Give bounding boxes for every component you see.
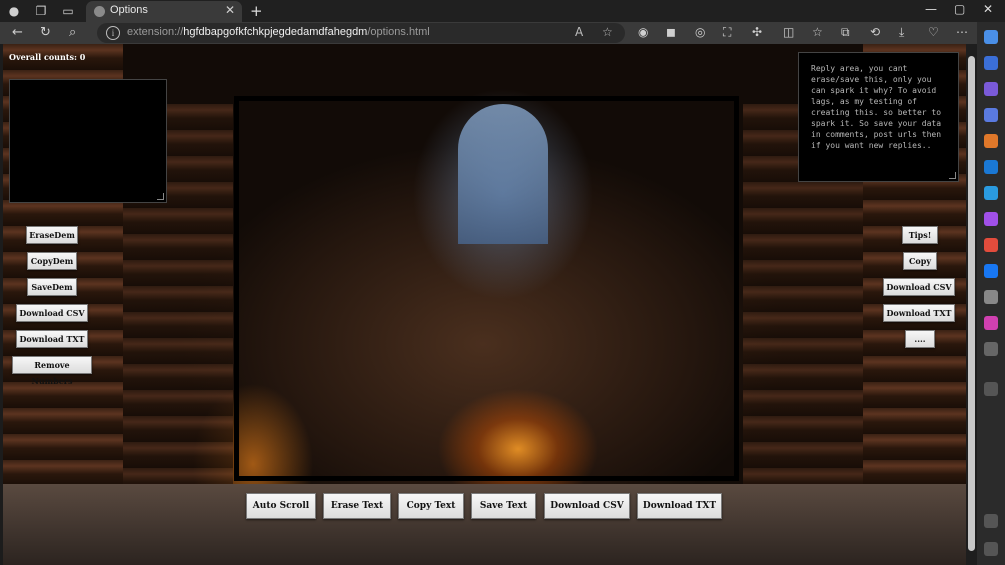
erase-text-button[interactable]: Erase Text xyxy=(323,493,391,519)
sidebar-app-icon-2[interactable] xyxy=(984,82,998,96)
right-download-csv-button[interactable]: Download CSV xyxy=(883,278,955,296)
sidebar-app-icon-3[interactable] xyxy=(984,108,998,122)
refresh-icon[interactable]: ↻ xyxy=(40,25,51,40)
favorite-star-icon[interactable]: ☆ xyxy=(602,25,613,39)
remove-numbers-button[interactable]: Remove Numbers xyxy=(12,356,92,386)
save-dem-button[interactable]: SaveDem xyxy=(27,278,77,296)
auto-scroll-button[interactable]: Auto Scroll xyxy=(246,493,316,519)
back-icon[interactable]: ← xyxy=(12,25,23,40)
tab-close-icon[interactable]: ✕ xyxy=(225,3,235,17)
left-textarea[interactable] xyxy=(9,79,167,203)
add-app-icon[interactable] xyxy=(984,382,998,396)
profile-icon[interactable]: ● xyxy=(6,3,22,19)
extension-icon-3[interactable]: ◎ xyxy=(695,25,705,39)
performance-icon[interactable]: ♡ xyxy=(928,25,939,39)
bottom-download-txt-button[interactable]: Download TXT xyxy=(637,493,722,519)
history-icon[interactable]: ⟲ xyxy=(870,25,880,39)
new-tab-button[interactable]: + xyxy=(250,2,263,20)
bottom-download-csv-button[interactable]: Download CSV xyxy=(544,493,630,519)
scrollbar-thumb[interactable] xyxy=(968,56,975,551)
screenshot-icon[interactable]: ⛶ xyxy=(723,25,731,40)
minimize-button[interactable]: — xyxy=(925,2,937,16)
left-download-txt-button[interactable]: Download TXT xyxy=(16,330,88,348)
site-info-icon[interactable]: i xyxy=(106,26,120,40)
search-icon[interactable]: ⌕ xyxy=(69,25,76,40)
copilot-icon[interactable] xyxy=(984,30,998,44)
favorites-icon[interactable]: ☆ xyxy=(812,25,823,39)
browser-toolbar: ← ↻ ⌕ i extension://hgfdbapgofkfchkpjegd… xyxy=(0,22,1005,44)
more-options-button[interactable]: .... xyxy=(905,330,935,348)
telegram-icon[interactable] xyxy=(984,186,998,200)
extension-icon-1[interactable]: ◉ xyxy=(638,25,648,39)
split-screen-icon[interactable]: ◫ xyxy=(783,25,794,39)
reply-text: Reply area, you cant erase/save this, on… xyxy=(811,64,942,150)
main-text-area[interactable] xyxy=(234,96,739,481)
sidebar-app-icon-5[interactable] xyxy=(984,316,998,330)
tab-actions-icon[interactable]: ▭ xyxy=(60,3,76,19)
hide-sidebar-icon[interactable] xyxy=(984,514,998,528)
downloads-icon[interactable]: ⤓ xyxy=(899,25,904,40)
sidebar-search-icon[interactable] xyxy=(984,342,998,356)
maximize-button[interactable]: ▢ xyxy=(954,2,965,16)
sidebar-app-icon-1[interactable] xyxy=(984,56,998,70)
collections-icon[interactable]: ⧉ xyxy=(841,25,850,40)
tips-button[interactable]: Tips! xyxy=(902,226,938,244)
sidebar-app-icon-4[interactable] xyxy=(984,134,998,148)
title-bar: ● ❐ ▭ Options ✕ + — ▢ ✕ xyxy=(0,0,1005,22)
tab-options[interactable]: Options ✕ xyxy=(86,1,242,22)
right-download-txt-button[interactable]: Download TXT xyxy=(883,304,955,322)
sidebar-settings-icon[interactable] xyxy=(984,542,998,556)
resize-grip-icon[interactable] xyxy=(949,172,956,179)
more-menu-icon[interactable]: ⋯ xyxy=(956,25,968,39)
chatgpt-icon[interactable] xyxy=(984,290,998,304)
copy-dem-button[interactable]: CopyDem xyxy=(27,252,77,270)
outlook-icon[interactable] xyxy=(984,160,998,174)
close-window-button[interactable]: ✕ xyxy=(983,2,993,16)
erase-dem-button[interactable]: EraseDem xyxy=(26,226,78,244)
overall-counts: Overall counts: 0 xyxy=(9,52,86,62)
page-scrollbar[interactable] xyxy=(966,44,977,565)
workspaces-icon[interactable]: ❐ xyxy=(33,3,49,19)
tab-favicon-icon xyxy=(94,6,105,17)
resize-grip-icon[interactable] xyxy=(157,193,164,200)
extensions-puzzle-icon[interactable]: ✣ xyxy=(752,25,762,39)
extension-icon-2[interactable]: ◼ xyxy=(666,25,676,39)
reply-area[interactable]: Reply area, you cant erase/save this, on… xyxy=(798,52,959,182)
options-page: Overall counts: 0 Reply area, you cant e… xyxy=(3,44,966,565)
read-aloud-icon[interactable]: A xyxy=(575,25,583,39)
tab-title: Options xyxy=(110,4,148,16)
copy-button[interactable]: Copy xyxy=(903,252,937,270)
url-text: extension://hgfdbapgofkfchkpjegdedamdfah… xyxy=(127,26,430,38)
gmail-icon[interactable] xyxy=(984,238,998,252)
facebook-icon[interactable] xyxy=(984,264,998,278)
copy-text-button[interactable]: Copy Text xyxy=(398,493,464,519)
messenger-icon[interactable] xyxy=(984,212,998,226)
save-text-button[interactable]: Save Text xyxy=(471,493,536,519)
left-download-csv-button[interactable]: Download CSV xyxy=(16,304,88,322)
browser-sidebar xyxy=(977,22,1005,565)
address-bar[interactable]: i extension://hgfdbapgofkfchkpjegdedamdf… xyxy=(97,23,625,43)
